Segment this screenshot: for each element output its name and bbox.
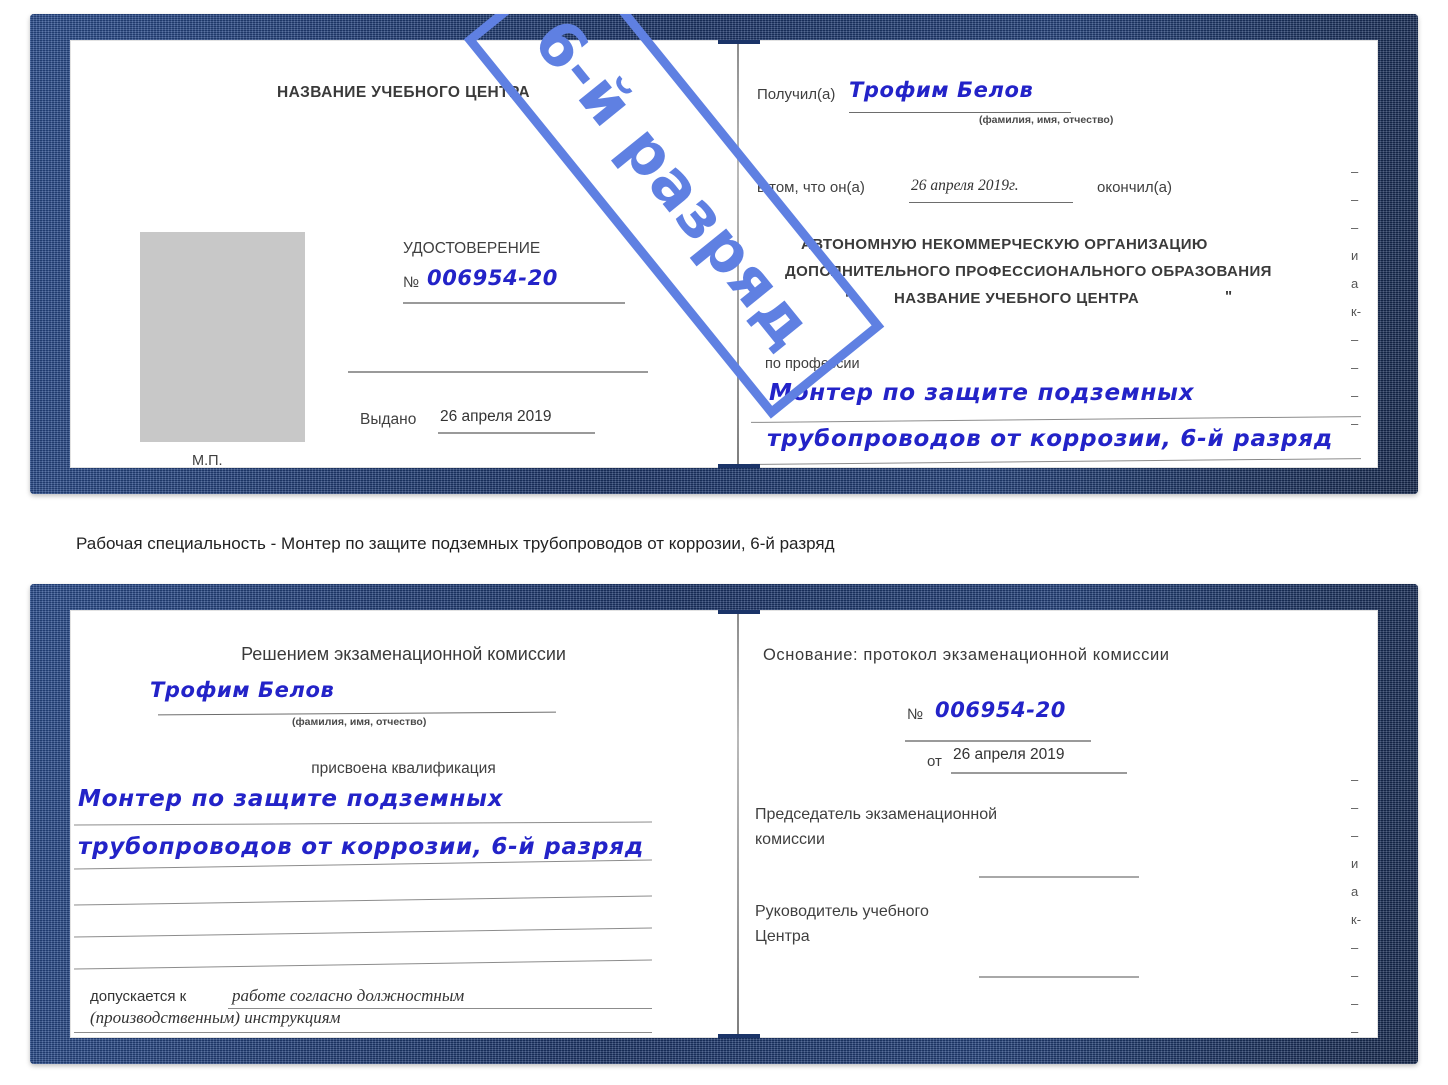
- page-edge-fragments-top: – – – и а к- – – – –: [1351, 158, 1378, 438]
- organization-line-2: ДОПОЛНИТЕЛЬНОГО ПРОФЕССИОНАЛЬНОГО ОБРАЗО…: [785, 263, 1272, 280]
- profession-line-2: трубопроводов от коррозии, 6-й разряд: [767, 426, 1334, 452]
- spine-tab-bottom-lower: [718, 1034, 760, 1038]
- qualification-line-2: трубопроводов от коррозии, 6-й разряд: [78, 834, 645, 860]
- training-center-header: НАЗВАНИЕ УЧЕБНОГО ЦЕНТРА: [277, 84, 530, 101]
- edge-frag-0: –: [1351, 164, 1359, 179]
- certificate-bottom: Решением экзаменационной комиссии Трофим…: [30, 584, 1418, 1064]
- head-line-2: Центра: [755, 928, 810, 945]
- student-name-value: Трофим Белов: [150, 678, 335, 702]
- edge-frag-7: –: [1351, 360, 1359, 375]
- number-value: 006954-20: [427, 266, 559, 290]
- qualification-label: присвоена квалификация: [311, 760, 496, 777]
- book-spine-top: [737, 40, 739, 468]
- number-label: №: [403, 274, 420, 291]
- edge-frag-b6: –: [1351, 940, 1359, 955]
- received-value: Трофим Белов: [849, 78, 1034, 102]
- organization-quote-close: ": [1225, 288, 1233, 305]
- spine-tab-top-lower: [718, 464, 760, 468]
- edge-frag-8: –: [1351, 388, 1359, 403]
- edge-frag-b3: и: [1351, 856, 1359, 871]
- head-line-1: Руководитель учебного: [755, 903, 929, 920]
- edge-frag-b2: –: [1351, 828, 1359, 843]
- fio-hint-top: (фамилия, имя, отчество): [979, 114, 1114, 126]
- edge-frag-b9: –: [1351, 1024, 1359, 1038]
- admitted-value-1: работе согласно должностным: [232, 986, 465, 1005]
- organization-quote-open: ": [845, 290, 853, 307]
- chairman-line-2: комиссии: [755, 831, 825, 848]
- issued-value: 26 апреля 2019: [440, 408, 552, 425]
- chairman-line-1: Председатель экзаменационной: [755, 806, 998, 823]
- commission-decision-header: Решением экзаменационной комиссии: [241, 644, 566, 664]
- edge-frag-9: –: [1351, 416, 1359, 431]
- head-signature-rule: [979, 976, 1139, 979]
- issued-rule: [438, 432, 595, 434]
- protocol-number-label: №: [907, 706, 924, 723]
- admitted-label: допускается к: [90, 988, 187, 1005]
- finished-label: окончил(а): [1097, 179, 1172, 196]
- spine-tab-bottom-upper: [718, 610, 760, 614]
- edge-frag-1: –: [1351, 192, 1359, 207]
- protocol-number-value: 006954-20: [935, 698, 1067, 722]
- blank-rule-a: [74, 895, 652, 906]
- blank-rule-1: [348, 371, 648, 373]
- edge-frag-b7: –: [1351, 968, 1359, 983]
- profession-rule-1: [751, 416, 1361, 424]
- protocol-number-rule: [905, 740, 1091, 742]
- top-right-page: Получил(а) Трофим Белов (фамилия, имя, о…: [739, 40, 1378, 468]
- number-rule: [403, 302, 625, 304]
- blank-rule-c: [74, 959, 652, 970]
- edge-frag-3: и: [1351, 248, 1359, 263]
- admitted-value-2: (производственным) инструкциям: [90, 1008, 341, 1027]
- spine-tab-top-upper: [718, 40, 760, 44]
- chairman-signature-rule: [979, 876, 1139, 879]
- qualification-line-1: Монтер по защите подземных: [78, 786, 504, 812]
- profession-label: по профессии: [765, 356, 860, 372]
- book-spine-bottom: [737, 610, 739, 1038]
- edge-frag-5: к-: [1351, 304, 1362, 319]
- issued-label: Выдано: [360, 411, 417, 428]
- page-caption-text: Рабочая специальность - Монтер по защите…: [76, 534, 835, 553]
- certificate-bottom-pages: Решением экзаменационной комиссии Трофим…: [70, 610, 1378, 1038]
- bottom-left-page: Решением экзаменационной комиссии Трофим…: [70, 610, 737, 1038]
- organization-line-1: АВТОНОМНУЮ НЕКОММЕРЧЕСКУЮ ОРГАНИЗАЦИЮ: [801, 236, 1208, 253]
- document-title: УДОСТОВЕРЕНИЕ: [403, 240, 541, 257]
- edge-frag-b0: –: [1351, 772, 1359, 787]
- seal-label: М.П.: [192, 453, 223, 468]
- edge-frag-4: а: [1351, 276, 1359, 291]
- edge-frag-b4: а: [1351, 884, 1359, 899]
- bottom-right-page: Основание: протокол экзаменационной коми…: [739, 610, 1378, 1038]
- certificate-top: НАЗВАНИЕ УЧЕБНОГО ЦЕНТРА М.П. УДОСТОВЕРЕ…: [30, 14, 1418, 494]
- edge-frag-b8: –: [1351, 996, 1359, 1011]
- edge-frag-6: –: [1351, 332, 1359, 347]
- admitted-rule-2: [74, 1032, 652, 1034]
- edge-frag-2: –: [1351, 220, 1359, 235]
- edge-frag-b1: –: [1351, 800, 1359, 815]
- certificate-top-pages: НАЗВАНИЕ УЧЕБНОГО ЦЕНТРА М.П. УДОСТОВЕРЕ…: [70, 40, 1378, 468]
- profession-rule-2: [751, 458, 1361, 466]
- protocol-date-rule: [951, 772, 1127, 774]
- received-label: Получил(а): [757, 86, 836, 103]
- protocol-date-label: от: [927, 753, 942, 770]
- page-edge-fragments-bottom: – – – и а к- – – – –: [1351, 766, 1378, 1038]
- qualification-rule-1: [74, 821, 652, 826]
- in-that-value: 26 апреля 2019г.: [911, 177, 1019, 194]
- page-caption: Рабочая специальность - Монтер по защите…: [76, 530, 1036, 557]
- basis-label: Основание: протокол экзаменационной коми…: [763, 646, 1170, 664]
- organization-line-3: НАЗВАНИЕ УЧЕБНОГО ЦЕНТРА: [894, 290, 1140, 307]
- in-that-label: в том, что он(а): [757, 179, 865, 196]
- qualification-rule-2: [74, 859, 652, 870]
- profession-line-1: Монтер по защите подземных: [769, 380, 1195, 406]
- top-left-page: НАЗВАНИЕ УЧЕБНОГО ЦЕНТРА М.П. УДОСТОВЕРЕ…: [70, 40, 737, 468]
- in-that-rule: [909, 202, 1073, 204]
- edge-frag-b5: к-: [1351, 912, 1362, 927]
- protocol-date-value: 26 апреля 2019: [953, 746, 1065, 763]
- blank-rule-b: [74, 927, 652, 938]
- photo-placeholder: [140, 232, 305, 442]
- fio-hint-bottom: (фамилия, имя, отчество): [292, 716, 427, 728]
